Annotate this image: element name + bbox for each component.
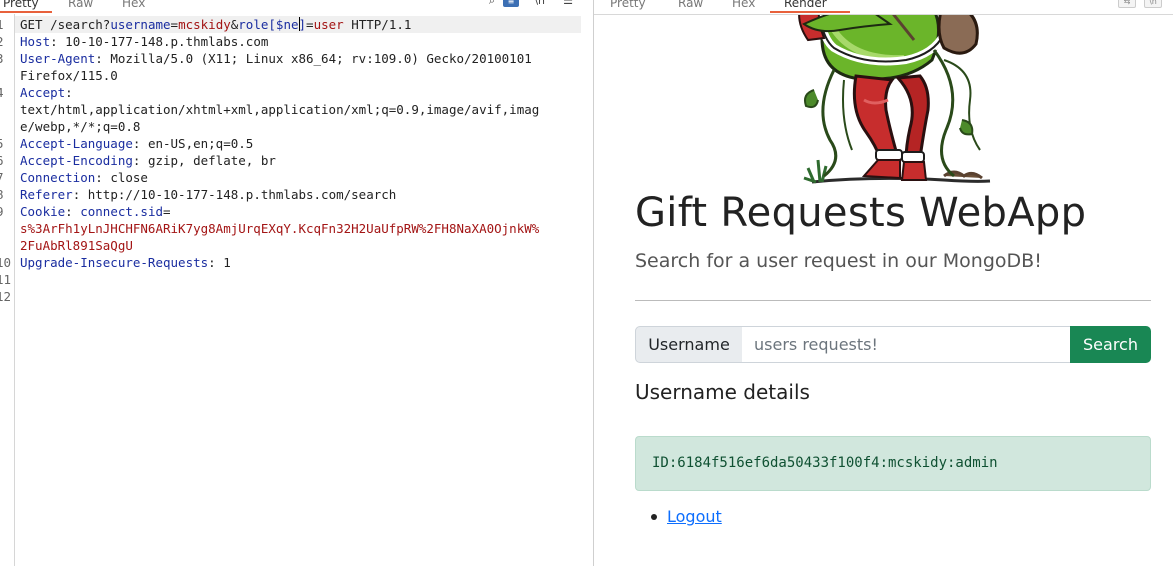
header-accept-value: text/html,application/xhtml+xml,applicat… — [20, 102, 540, 117]
request-view-tabs: Pretty Raw Hex ⌕ ≡ \n ☰ — [0, 0, 593, 14]
header-host: Host: 10-10-177-148.p.thmlabs.com — [20, 34, 269, 49]
tab-raw[interactable]: Raw — [68, 0, 93, 11]
header-connection: Connection: close — [20, 170, 148, 185]
response-render-panel: Pretty Raw Hex Render ⇆ \n Gift Requests… — [594, 0, 1173, 566]
active-tab-indicator — [770, 11, 850, 13]
line-number: 8 — [0, 186, 4, 203]
search-button[interactable]: Search — [1070, 326, 1151, 363]
page-lead: Search for a user request in our MongoDB… — [635, 250, 1042, 272]
grinch-illustration — [798, 0, 991, 184]
line-number: 1 — [0, 16, 4, 33]
details-heading: Username details — [635, 380, 810, 404]
line-number: 6 — [0, 152, 4, 169]
request-editor-panel: Pretty Raw Hex ⌕ ≡ \n ☰ 1 2 3 4 5 6 7 8 … — [0, 0, 593, 566]
logout-link[interactable]: Logout — [667, 507, 722, 526]
result-alert: ID:6184f516ef6da50433f100f4:mcskidy:admi… — [635, 436, 1151, 491]
line-number: 5 — [0, 135, 4, 152]
line-number: 9 — [0, 203, 4, 220]
result-text: ID:6184f516ef6da50433f100f4:mcskidy:admi… — [652, 455, 998, 471]
search-input[interactable] — [742, 326, 1082, 363]
menu-icon[interactable]: ☰ — [563, 0, 573, 7]
active-tab-indicator — [0, 11, 52, 13]
header-user-agent: User-Agent: Mozilla/5.0 (X11; Linux x86_… — [20, 51, 532, 66]
wrap-toggle-icon[interactable]: ≡ — [503, 0, 519, 7]
tab-pretty[interactable]: Pretty — [610, 0, 646, 11]
newline-icon[interactable]: \n — [534, 0, 545, 7]
list-bullet — [651, 514, 657, 520]
tab-pretty[interactable]: Pretty — [3, 0, 39, 11]
tab-raw[interactable]: Raw — [678, 0, 703, 11]
line-number: 7 — [0, 169, 4, 186]
header-upgrade-insecure: Upgrade-Insecure-Requests: 1 — [20, 255, 231, 270]
tab-hex[interactable]: Hex — [732, 0, 755, 11]
line-number: 4 — [0, 84, 4, 101]
header-accept-language: Accept-Language: en-US,en;q=0.5 — [20, 136, 254, 151]
line-number: 3 — [0, 50, 4, 67]
divider-line — [635, 300, 1151, 301]
line-number: 2 — [0, 33, 4, 50]
request-line: GET /search?username=mcskidy&role[$ne]=u… — [20, 17, 412, 32]
username-label: Username — [635, 326, 743, 363]
search-form: Username Search — [635, 326, 1151, 363]
layout-toggle-icon[interactable]: ⇆ — [1118, 0, 1136, 8]
tab-hex[interactable]: Hex — [122, 0, 145, 11]
line-number: 12 — [0, 289, 12, 304]
header-cookie-cont: 2FuAbRl891SaQgU — [20, 238, 133, 253]
line-number: 10 — [0, 255, 12, 270]
page-title: Gift Requests WebApp — [635, 190, 1087, 236]
header-accept-encoding: Accept-Encoding: gzip, deflate, br — [20, 153, 276, 168]
response-view-tabs: Pretty Raw Hex Render ⇆ \n — [594, 0, 1173, 15]
line-number-gutter: 1 2 3 4 5 6 7 8 9 10 11 12 — [0, 14, 15, 566]
header-user-agent-cont: Firefox/115.0 — [20, 68, 118, 83]
header-accept: Accept: — [20, 85, 73, 100]
tab-render[interactable]: Render — [784, 0, 827, 11]
header-accept-cont: e/webp,*/*;q=0.8 — [20, 119, 141, 134]
line-number: 11 — [0, 272, 12, 287]
header-cookie-value: s%3ArFh1yLnJHCHFN6ARiK7yg8AmjUrqEXqY.Kcq… — [20, 221, 540, 236]
header-referer: Referer: http://10-10-177-148.p.thmlabs.… — [20, 187, 397, 202]
newline-icon[interactable]: \n — [1144, 0, 1162, 8]
search-icon[interactable]: ⌕ — [489, 0, 495, 7]
header-cookie: Cookie: connect.sid= — [20, 204, 171, 219]
